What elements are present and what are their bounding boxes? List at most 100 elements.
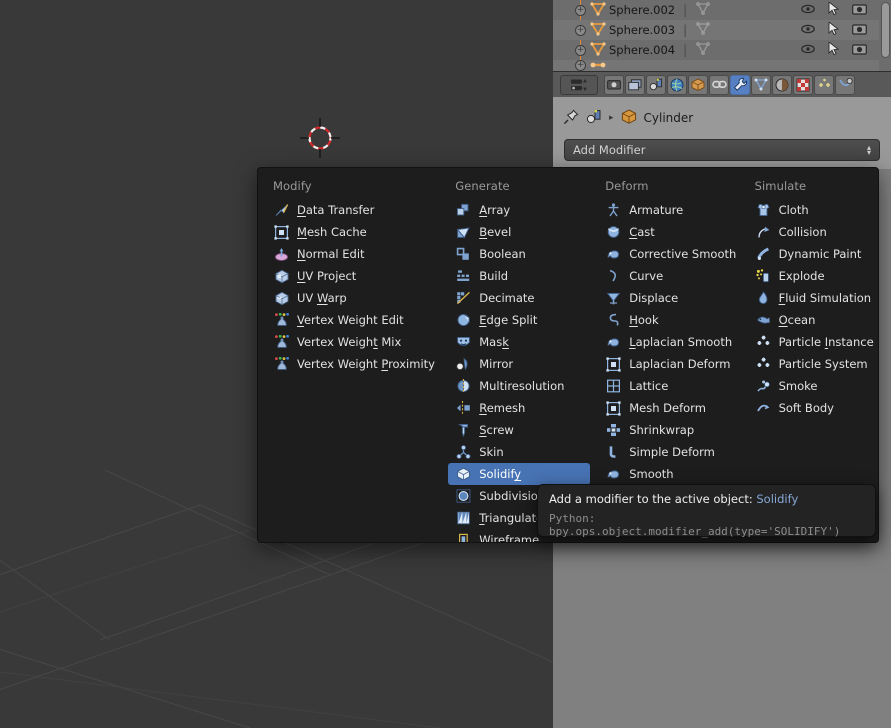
tab-material[interactable]: [772, 74, 792, 95]
3d-cursor: [300, 118, 340, 158]
menu-item-simple-deform[interactable]: Simple Deform: [598, 441, 739, 463]
camera-icon[interactable]: [852, 43, 867, 58]
menu-item-mesh-deform[interactable]: Mesh Deform: [598, 397, 739, 419]
menu-item-soft-body[interactable]: Soft Body: [748, 397, 878, 419]
menu-item-smooth[interactable]: Smooth: [598, 463, 739, 485]
menu-item-label: Smoke: [778, 379, 818, 393]
menu-item-screw[interactable]: Screw: [448, 419, 590, 441]
outliner-divider: |: [683, 43, 688, 57]
tab-modifiers[interactable]: [730, 74, 750, 95]
menu-item-displace[interactable]: Displace: [598, 287, 739, 309]
menu-item-remesh[interactable]: Remesh: [448, 397, 590, 419]
tab-physics[interactable]: [835, 74, 855, 95]
menu-item-uv-warp[interactable]: UV Warp: [266, 287, 440, 309]
curve-icon: [605, 268, 622, 284]
cloth-icon: [755, 202, 772, 218]
menu-item-array[interactable]: Array: [448, 199, 590, 221]
tab-world[interactable]: [667, 74, 687, 95]
editor-type-selector[interactable]: [560, 74, 598, 95]
expand-toggle-icon[interactable]: +: [575, 44, 586, 56]
table-row-partial[interactable]: +: [553, 60, 879, 71]
table-row[interactable]: + Sphere.003 |: [553, 20, 879, 40]
menu-column-modify: Modify Data Transfer Mesh Cache Normal E…: [258, 176, 440, 542]
hook-icon: [605, 312, 622, 328]
menu-item-mesh-cache[interactable]: Mesh Cache: [266, 221, 440, 243]
menu-item-laplacian-deform[interactable]: Laplacian Deform: [598, 353, 739, 375]
cursor-arrow-icon[interactable]: [828, 21, 840, 38]
menu-item-fluid-simulation[interactable]: Fluid Simulation: [748, 287, 878, 309]
tab-texture[interactable]: [793, 74, 813, 95]
tab-scene[interactable]: [646, 74, 666, 95]
menu-item-particle-instance[interactable]: Particle Instance: [748, 331, 878, 353]
menu-item-particle-system[interactable]: Particle System: [748, 353, 878, 375]
tab-render[interactable]: [604, 74, 624, 95]
add-modifier-dropdown[interactable]: Add Modifier ▴ ▾: [564, 139, 880, 161]
eye-icon[interactable]: [801, 23, 815, 37]
camera-icon[interactable]: [852, 23, 867, 38]
menu-item-label: Particle System: [778, 357, 868, 371]
menu-item-vertex-weight-edit[interactable]: Vertex Weight Edit: [266, 309, 440, 331]
array-icon: [455, 202, 472, 218]
expand-toggle-icon[interactable]: +: [575, 4, 586, 16]
menu-item-uv-project[interactable]: UV Project: [266, 265, 440, 287]
expand-toggle-icon[interactable]: +: [575, 60, 586, 71]
menu-item-multiresolution[interactable]: Multiresolution: [448, 375, 590, 397]
armature-icon: [605, 202, 622, 218]
menu-item-corrective-smooth[interactable]: Corrective Smooth: [598, 243, 739, 265]
scene-icon[interactable]: [586, 109, 602, 127]
table-row[interactable]: + Sphere.002 |: [553, 0, 879, 20]
menu-item-data-transfer[interactable]: Data Transfer: [266, 199, 440, 221]
tab-constraints[interactable]: [709, 74, 729, 95]
menu-item-label: Triangulate: [479, 511, 544, 525]
menu-item-label: Laplacian Deform: [629, 357, 731, 371]
build-icon: [455, 268, 472, 284]
menu-item-curve[interactable]: Curve: [598, 265, 739, 287]
menu-item-vertex-weight-proximity[interactable]: Vertex Weight Proximity: [266, 353, 440, 375]
menu-item-laplacian-smooth[interactable]: Laplacian Smooth: [598, 331, 739, 353]
menu-item-skin[interactable]: Skin: [448, 441, 590, 463]
menu-item-explode[interactable]: Explode: [748, 265, 878, 287]
menu-item-bevel[interactable]: Bevel: [448, 221, 590, 243]
menu-item-ocean[interactable]: Ocean: [748, 309, 878, 331]
tab-data[interactable]: [751, 74, 771, 95]
menu-item-boolean[interactable]: Boolean: [448, 243, 590, 265]
ocean-icon: [755, 312, 772, 328]
outliner-scrollbar[interactable]: [881, 2, 890, 58]
eye-icon[interactable]: [801, 3, 815, 17]
menu-item-label: Skin: [479, 445, 504, 459]
mesh-triangle-icon: [590, 21, 606, 39]
pin-icon[interactable]: [563, 109, 579, 128]
menu-item-label: Normal Edit: [297, 247, 365, 261]
skin-icon: [455, 444, 472, 460]
menu-item-cloth[interactable]: Cloth: [748, 199, 878, 221]
menu-item-cast[interactable]: Cast: [598, 221, 739, 243]
eye-icon[interactable]: [801, 43, 815, 57]
menu-item-solidify[interactable]: Solidify: [448, 463, 591, 485]
tooltip-prefix: Add a modifier to the active object:: [549, 492, 753, 506]
menu-item-mask[interactable]: Mask: [448, 331, 590, 353]
menu-item-mirror[interactable]: Mirror: [448, 353, 590, 375]
menu-item-decimate[interactable]: Decimate: [448, 287, 590, 309]
outliner-editor[interactable]: + Sphere.002 | + Sphere.003 | + Sphere.0…: [553, 0, 891, 71]
menu-item-armature[interactable]: Armature: [598, 199, 739, 221]
menu-item-dynamic-paint[interactable]: Dynamic Paint: [748, 243, 878, 265]
cursor-arrow-icon[interactable]: [828, 41, 840, 58]
menu-item-normal-edit[interactable]: Normal Edit: [266, 243, 440, 265]
tab-object[interactable]: [688, 74, 708, 95]
tab-particles[interactable]: [814, 74, 834, 95]
menu-item-build[interactable]: Build: [448, 265, 590, 287]
tab-render-layers[interactable]: [625, 74, 645, 95]
menu-item-hook[interactable]: Hook: [598, 309, 739, 331]
menu-item-edge-split[interactable]: Edge Split: [448, 309, 590, 331]
menu-item-label: Simple Deform: [629, 445, 715, 459]
expand-toggle-icon[interactable]: +: [575, 24, 586, 36]
menu-item-lattice[interactable]: Lattice: [598, 375, 739, 397]
properties-tab-bar: [553, 71, 891, 97]
table-row[interactable]: + Sphere.004 |: [553, 40, 879, 60]
menu-item-shrinkwrap[interactable]: Shrinkwrap: [598, 419, 739, 441]
camera-icon[interactable]: [852, 3, 867, 18]
menu-item-smoke[interactable]: Smoke: [748, 375, 878, 397]
menu-item-vertex-weight-mix[interactable]: Vertex Weight Mix: [266, 331, 440, 353]
cursor-arrow-icon[interactable]: [828, 1, 840, 18]
menu-item-collision[interactable]: Collision: [748, 221, 878, 243]
